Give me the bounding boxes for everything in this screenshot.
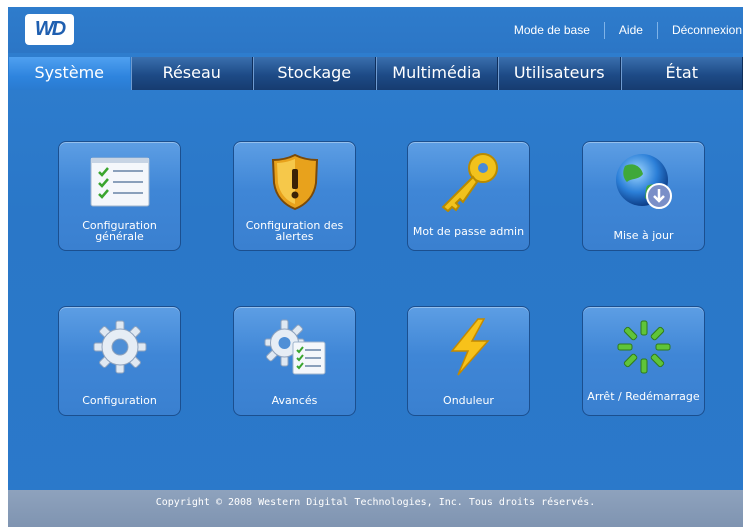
app-frame: WD Mode de base Aide Déconnexion Système… xyxy=(8,7,743,527)
alerts-config-tile[interactable]: Configuration des alertes xyxy=(233,141,356,251)
tile-label: Mise à jour xyxy=(613,228,674,242)
tab-status[interactable]: État xyxy=(620,57,743,90)
admin-password-tile[interactable]: Mot de passe admin xyxy=(407,141,530,251)
tile-label: Configuration xyxy=(82,393,157,407)
key-icon xyxy=(441,153,498,212)
tab-storage[interactable]: Stockage xyxy=(253,57,376,90)
help-link[interactable]: Aide xyxy=(605,23,657,37)
gear-icon xyxy=(93,320,146,374)
configuration-tile[interactable]: Configuration xyxy=(58,306,181,416)
general-config-tile[interactable]: Configuration générale xyxy=(58,141,181,251)
wd-logo[interactable]: WD xyxy=(25,14,74,45)
gears-checklist-icon xyxy=(264,319,325,375)
footer-copyright: Copyright © 2008 Western Digital Technol… xyxy=(8,490,743,527)
tile-label: Configuration générale xyxy=(82,219,157,243)
restart-spinner-icon xyxy=(617,320,670,374)
ups-tile[interactable]: Onduleur xyxy=(407,306,530,416)
tab-network[interactable]: Réseau xyxy=(130,57,253,90)
lightning-icon xyxy=(449,318,490,376)
tile-label: Arrêt / Redémarrage xyxy=(587,389,700,403)
advanced-tile[interactable]: Avancés xyxy=(233,306,356,416)
checklist-icon xyxy=(90,157,149,207)
shutdown-restart-tile[interactable]: Arrêt / Redémarrage xyxy=(582,306,705,416)
tab-users[interactable]: Utilisateurs xyxy=(498,57,621,90)
main-tabs: Système Réseau Stockage Multimédia Utili… xyxy=(8,57,743,90)
logout-link[interactable]: Déconnexion xyxy=(658,23,743,37)
globe-download-icon xyxy=(615,154,672,209)
update-tile[interactable]: Mise à jour xyxy=(582,141,705,251)
tile-label: Configuration des alertes xyxy=(245,219,344,243)
tab-multimedia[interactable]: Multimédia xyxy=(375,57,498,90)
tile-label: Mot de passe admin xyxy=(412,224,525,238)
tile-label: Avancés xyxy=(271,393,318,407)
basic-mode-link[interactable]: Mode de base xyxy=(500,23,604,37)
header: WD Mode de base Aide Déconnexion xyxy=(8,7,743,53)
tile-label: Onduleur xyxy=(443,393,494,407)
tab-system[interactable]: Système xyxy=(8,57,131,90)
top-links: Mode de base Aide Déconnexion xyxy=(500,20,743,40)
warning-shield-icon xyxy=(271,153,318,211)
